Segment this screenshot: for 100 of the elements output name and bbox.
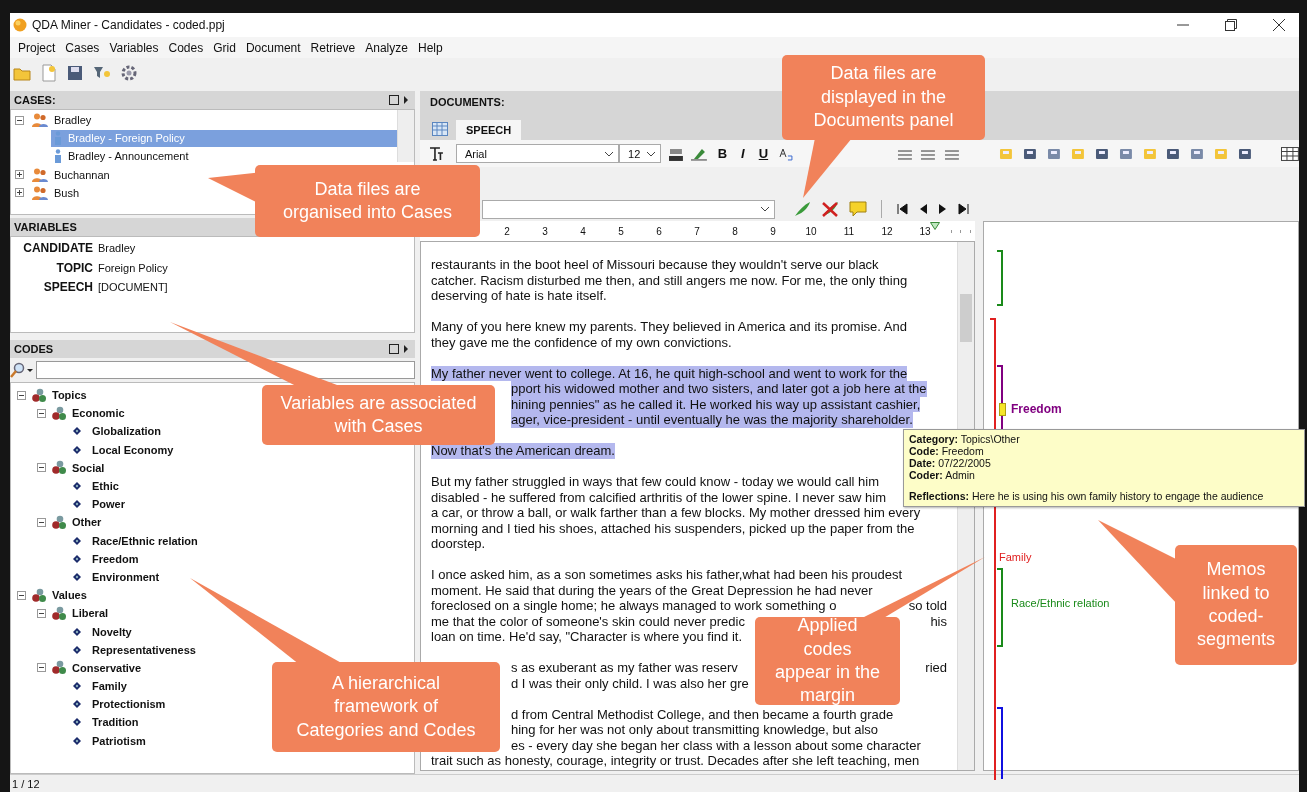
highlight-color-icon[interactable] [668,146,683,161]
subscript-icon[interactable] [779,146,794,161]
code-item[interactable]: Protectionism [92,698,166,711]
code-item[interactable]: Freedom [92,552,139,565]
case-item[interactable]: Bradley - Announcement [51,147,397,165]
code-item[interactable]: Liberal [72,607,109,620]
document-text: catcher. Racism disturbed me then, and still angers me now. For me, the only thing [431,272,908,288]
font-dropdown[interactable]: Arial [455,144,620,163]
callout: A hierarchical framework of Categories and Codes [272,662,500,752]
expander-icon[interactable] [37,663,46,673]
close-icon[interactable] [1273,19,1285,31]
last-icon[interactable] [958,203,970,215]
expander-icon[interactable] [15,188,24,198]
tooltip-reflections: Reflections: Here he is using his own family history to engage the audience [909,490,1265,502]
menu-item[interactable]: Cases [60,40,105,55]
document-text: d from Central Methodist College, and then became a fourth grade [511,706,894,722]
expander-icon[interactable] [17,390,26,400]
next-icon[interactable] [938,203,948,215]
people-icon [31,185,49,200]
align-icon[interactable] [896,147,913,160]
menu-item[interactable]: Grid [208,40,241,55]
document-text: foreclosed on a single home; he always managed to work something o [431,598,837,614]
code-item[interactable]: Values [52,589,87,602]
code-item[interactable]: Local Economy [92,443,174,456]
expander-icon[interactable] [15,170,24,180]
menu-item[interactable]: Project [13,40,61,55]
expander-icon[interactable] [37,608,46,618]
code-item[interactable]: Representativeness [92,643,196,656]
expander-icon[interactable] [37,517,46,527]
code-item[interactable]: Economic [72,407,125,420]
code-item[interactable]: Globalization [92,425,162,438]
variable-name: TOPIC [55,260,93,275]
expander-icon[interactable] [37,408,46,418]
code-bracket[interactable] [997,707,1003,779]
callout: Data files are organised into Cases [255,165,480,237]
first-icon[interactable] [896,203,908,215]
code-item[interactable]: Conservative [72,661,142,674]
panel-options-icon[interactable] [389,95,411,105]
variable-value: Bradley [98,242,136,254]
scrollbar[interactable] [397,110,414,162]
code-item[interactable]: Family [92,680,127,693]
menu-item[interactable]: Analyze [360,40,413,55]
panel-title: VARIABLES [14,221,77,233]
indent-marker-icon[interactable] [930,222,940,230]
memo-marker-icon[interactable] [999,403,1006,416]
code-bracket[interactable] [997,568,1003,647]
code-item[interactable]: Social [72,461,105,474]
code-bracket[interactable] [997,250,1003,306]
expander-icon[interactable] [37,463,46,473]
align-icon[interactable] [944,147,961,160]
code-item[interactable]: Patriotism [92,734,146,747]
tooltip-field: Date: 07/22/2005 [909,457,1304,469]
table-icon[interactable] [1281,146,1299,161]
format-button[interactable]: B [714,146,731,161]
document-text: ried [925,660,947,676]
expander-icon[interactable] [17,590,26,600]
expander-icon[interactable] [15,115,24,125]
format-button[interactable]: I [738,146,748,161]
document-text: Now that's the American dream. [431,443,615,459]
variable-value: [DOCUMENT] [98,281,168,293]
settings-icon[interactable] [121,65,137,81]
filter-icon[interactable] [93,65,111,81]
code-item[interactable]: Power [92,498,125,511]
previous-icon[interactable] [918,203,928,215]
search-icon[interactable] [10,362,34,378]
code-label[interactable]: Race/Ethnic relation [1011,597,1110,609]
feather-icon[interactable] [793,201,811,217]
panel-title: CASES: [14,94,56,106]
code-item[interactable]: Topics [52,389,87,402]
code-item[interactable]: Race/Ethnic relation [92,534,198,547]
align-icon[interactable] [920,147,937,160]
format-button[interactable]: U [755,146,772,161]
code-label[interactable]: Freedom [1011,402,1062,416]
remove-code-icon[interactable] [821,201,839,217]
code-item[interactable]: Other [72,516,102,529]
code-item[interactable]: Environment [92,570,160,583]
font-icon[interactable] [428,145,444,162]
case-item[interactable]: Bradley [29,111,397,129]
panel-options-icon[interactable] [389,344,411,354]
code-label[interactable]: Family [999,551,1032,563]
menu-item[interactable]: Retrieve [305,40,361,55]
code-item[interactable]: Novelty [92,625,132,638]
app-logo-icon [13,18,27,32]
code-item[interactable]: Tradition [92,716,139,729]
font-size-dropdown[interactable]: 12 [619,144,661,163]
callout: Applied codes appear in the margin [755,617,900,705]
code-item[interactable]: Ethic [92,480,119,493]
menu-item[interactable]: Variables [104,40,164,55]
restore-icon[interactable] [1225,19,1237,31]
grid-icon[interactable] [432,122,448,136]
category-icon [51,514,67,530]
search-field[interactable] [36,361,415,379]
document-text: his [930,613,947,629]
menu-item[interactable]: Codes [163,40,209,55]
document-tab[interactable]: SPEECH [456,120,522,140]
menu-item[interactable]: Help [412,40,448,55]
menu-item[interactable]: Document [240,40,306,55]
category-icon [51,460,67,476]
document-text: they gave me the confidence of my own convictions. [431,334,732,350]
memo-icon[interactable] [849,201,867,217]
